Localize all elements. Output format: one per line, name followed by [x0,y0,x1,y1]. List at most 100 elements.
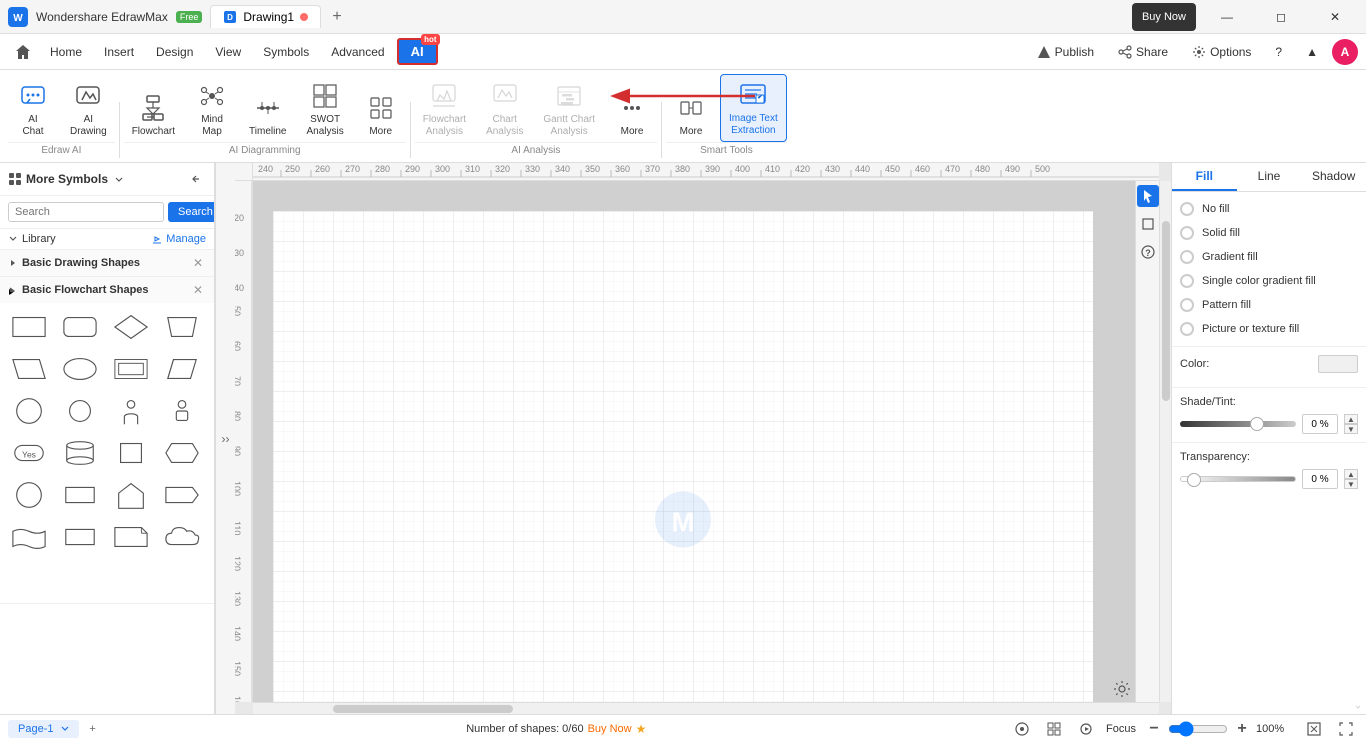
shape-note[interactable] [110,519,152,555]
shape-rectangle[interactable] [8,309,50,345]
line-tab[interactable]: Line [1237,163,1302,191]
shape-rounded-rect[interactable] [59,309,101,345]
no-fill-option[interactable]: No fill [1180,200,1358,218]
flowchart-button[interactable]: Flowchart [124,88,183,142]
shape-prep[interactable] [161,435,203,471]
menu-home[interactable]: Home [40,41,92,63]
manage-button[interactable]: Manage [151,233,206,245]
solid-fill-option[interactable]: Solid fill [1180,224,1358,242]
new-tab-button[interactable]: + [325,5,349,29]
single-color-gradient-option[interactable]: Single color gradient fill [1180,272,1358,290]
shape-cylinder[interactable] [59,435,101,471]
transparency-value-input[interactable] [1302,469,1338,489]
shade-slider-thumb[interactable] [1250,417,1264,431]
options-button[interactable]: Options [1182,41,1261,63]
home-icon[interactable] [8,37,38,67]
shape-parallelogram[interactable] [8,351,50,387]
shape-circle-sm[interactable] [59,393,101,429]
horizontal-scrollbar-thumb[interactable] [333,705,513,713]
restore-button[interactable]: ◻ [1258,3,1304,31]
svg-text:100: 100 [235,481,242,496]
more1-button[interactable]: More [356,88,406,142]
menu-view[interactable]: View [205,41,251,63]
shape-wave[interactable] [8,519,50,555]
share-button[interactable]: Share [1108,41,1178,63]
picture-texture-option[interactable]: Picture or texture fill [1180,320,1358,338]
shape-person2[interactable] [161,393,203,429]
shade-slider-track[interactable] [1180,421,1296,427]
shape-oval[interactable] [59,351,101,387]
more3-button[interactable]: More [666,88,716,142]
canvas-inner[interactable]: M [273,211,1093,702]
search-button[interactable]: Search [168,202,215,222]
buy-now-button[interactable]: Buy Now [1132,3,1196,31]
transparency-slider-track[interactable] [1180,476,1296,482]
shape-rect3[interactable] [59,519,101,555]
flowchart-analysis-button[interactable]: FlowchartAnalysis [415,76,474,142]
pointer-tool-button[interactable] [1137,185,1159,207]
more2-button[interactable]: More [607,88,657,142]
canvas-scroll-area[interactable]: M [253,181,1159,702]
image-text-extraction-button[interactable]: Image TextExtraction [720,74,787,142]
shape-circle[interactable] [8,393,50,429]
transparency-slider-thumb[interactable] [1187,473,1201,487]
shape-trapezoid[interactable] [161,309,203,345]
help-button[interactable]: ? [1265,41,1292,63]
shade-value-input[interactable] [1302,414,1338,434]
shape-person[interactable] [110,393,152,429]
search-input[interactable] [8,202,164,222]
ai-drawing-button[interactable]: AIDrawing [62,76,115,142]
ai-tab[interactable]: AI hot [397,38,438,65]
menu-insert[interactable]: Insert [94,41,144,63]
drawing-tab[interactable]: D Drawing1 [210,5,321,28]
minimize-button[interactable]: ― [1204,3,1250,31]
collapse-ribbon-button[interactable]: ▲ [1296,41,1328,63]
menu-advanced[interactable]: Advanced [321,41,394,63]
basic-drawing-shapes-header[interactable]: Basic Drawing Shapes ✕ [0,250,214,276]
transparency-decrement-button[interactable]: ▼ [1344,479,1358,489]
transparency-increment-button[interactable]: ▲ [1344,469,1358,479]
shape-stadium[interactable] [110,435,152,471]
shape-rect2[interactable] [59,477,101,513]
shade-decrement-button[interactable]: ▼ [1344,424,1358,434]
vertical-scrollbar-thumb[interactable] [1162,221,1170,401]
gantt-chart-analysis-button[interactable]: Gantt ChartAnalysis [535,76,603,142]
shape-double-rect[interactable] [110,351,152,387]
shape-yes-badge[interactable]: Yes [8,435,50,471]
horizontal-scrollbar[interactable] [253,702,1159,714]
color-swatch[interactable] [1318,355,1358,373]
collapse-right-panel-button[interactable]: ›› [215,163,235,714]
shape-data[interactable] [161,351,203,387]
shape-house[interactable] [110,477,152,513]
shade-increment-button[interactable]: ▲ [1344,414,1358,424]
pattern-fill-option[interactable]: Pattern fill [1180,296,1358,314]
shape-cloud[interactable] [161,519,203,555]
menu-symbols[interactable]: Symbols [253,41,319,63]
close-basic-drawing-button[interactable]: ✕ [190,255,206,271]
timeline-button[interactable]: Timeline [241,88,294,142]
fill-tab[interactable]: Fill [1172,163,1237,191]
collapse-panel-button[interactable] [186,169,206,189]
help-tool-button[interactable]: ? [1137,241,1159,263]
menu-design[interactable]: Design [146,41,203,63]
shape-diamond[interactable] [110,309,152,345]
shadow-tab[interactable]: Shadow [1301,163,1366,191]
vertical-scrollbar[interactable] [1159,181,1171,702]
basic-flowchart-shapes-header[interactable]: Basic Flowchart Shapes ✕ [0,277,214,303]
gradient-fill-option[interactable]: Gradient fill [1180,248,1358,266]
user-avatar[interactable]: A [1332,39,1358,65]
mind-map-icon [196,80,228,112]
shape-circle2[interactable] [8,477,50,513]
canvas-settings-button[interactable] [1111,678,1133,700]
shape-arrow-rect[interactable] [161,477,203,513]
swot-analysis-button[interactable]: SWOTAnalysis [298,76,351,142]
canvas-area[interactable]: 240 250 260 270 280 290 300 310 320 330 … [235,163,1171,714]
close-button[interactable]: ✕ [1312,3,1358,31]
ribbon-items-diagramming: Flowchart MindMap Timeline SWOTAnalysis [124,76,406,142]
ai-chat-button[interactable]: AIChat [8,76,58,142]
publish-button[interactable]: Publish [1027,41,1104,63]
chart-analysis-button[interactable]: ChartAnalysis [478,76,531,142]
close-flowchart-button[interactable]: ✕ [190,282,206,298]
mind-map-button[interactable]: MindMap [187,76,237,142]
shape-tool-button[interactable] [1137,213,1159,235]
